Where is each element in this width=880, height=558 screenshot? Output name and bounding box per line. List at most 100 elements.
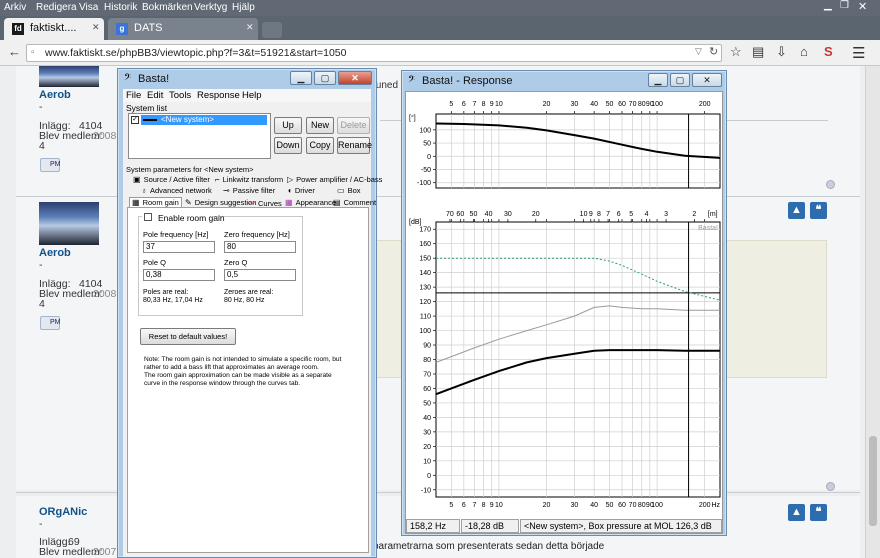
tab-linkwitz[interactable]: ⌐ Linkwitz transform — [215, 175, 283, 184]
top-icon[interactable] — [826, 180, 835, 189]
tab-label: faktiskt.... — [30, 22, 77, 34]
avatar[interactable] — [39, 202, 99, 245]
tab-room-gain[interactable]: ▦ Room gain — [129, 197, 182, 207]
username-link[interactable]: Aerob — [39, 247, 71, 259]
new-tab-button[interactable] — [262, 22, 282, 38]
address-bar[interactable]: ▫ www.faktiskt.se/phpBB3/viewtopic.php?f… — [26, 44, 722, 62]
pm-button[interactable]: PM — [40, 316, 61, 330]
system-checkbox[interactable]: ✓ — [131, 116, 139, 124]
tab-appearance[interactable]: ▦ Appearance — [285, 198, 336, 207]
response-chart[interactable]: 5 6 7 8 9 10 20 30 40 50 60 70 80 90100 200[°]100500-5… — [406, 92, 722, 516]
phase-tick-label-x: 30 — [570, 101, 578, 108]
close-button[interactable]: ✕ — [338, 71, 372, 85]
enable-room-gain[interactable]: Enable room gain — [142, 212, 225, 224]
report-icon[interactable]: ▲ — [788, 202, 805, 219]
rename-button[interactable]: Rename — [337, 137, 372, 154]
menu-redigera[interactable]: Redigera — [36, 2, 77, 13]
avatar[interactable] — [39, 66, 99, 87]
maximize-button[interactable]: ▢ — [670, 73, 690, 87]
pole-frequency-input[interactable]: 37 — [143, 241, 215, 253]
spl-ylabel: [dB] — [409, 219, 422, 226]
menu-verktyg[interactable]: Verktyg — [194, 2, 227, 13]
menu-bokmarken[interactable]: Bokmärken — [142, 2, 193, 13]
pole-q-input[interactable]: 0,38 — [143, 269, 215, 281]
pole-frequency-label: Pole frequency [Hz] — [143, 230, 209, 239]
phase-ylabel: [°] — [409, 114, 416, 122]
tab-driver[interactable]: ◖ Driver — [287, 186, 315, 195]
reset-defaults-button[interactable]: Reset to default values! — [140, 328, 236, 345]
spl-distance-tick-label: 9 — [589, 211, 593, 218]
tab-comment[interactable]: ▤ Comment — [333, 198, 376, 207]
system-list-item[interactable]: <New system> — [141, 115, 267, 125]
url-text: www.faktiskt.se/phpBB3/viewtopic.php?f=3… — [45, 47, 347, 59]
menu-edit[interactable]: Edit — [147, 90, 163, 101]
menu-response[interactable]: Response — [197, 90, 240, 101]
quote-icon[interactable]: ❝ — [810, 202, 827, 219]
close-window-icon[interactable]: ✕ — [858, 0, 867, 13]
top-icon[interactable] — [826, 482, 835, 491]
menu-visa[interactable]: Visa — [79, 2, 98, 13]
spl-distance-unit: [m] — [708, 211, 718, 218]
scrollbar-thumb[interactable] — [869, 436, 877, 526]
user-rank: - — [39, 101, 43, 113]
tab-box[interactable]: ▭ Box — [337, 186, 361, 195]
home-icon[interactable]: ⌂ — [800, 44, 808, 59]
minimize-button[interactable]: ▁ — [648, 73, 668, 87]
new-button[interactable]: New — [306, 117, 334, 134]
menu-hjalp[interactable]: Hjälp — [232, 2, 255, 13]
up-button[interactable]: Up — [274, 117, 302, 134]
quote-icon[interactable]: ❝ — [810, 504, 827, 521]
bookmark-star-icon[interactable]: ☆ — [730, 44, 742, 60]
reading-list-icon[interactable]: ▤ — [752, 44, 764, 60]
report-icon[interactable]: ▲ — [788, 504, 805, 521]
pole-q-label: Pole Q — [143, 258, 166, 267]
down-button[interactable]: Down — [274, 137, 302, 154]
menu-file[interactable]: File — [126, 90, 141, 101]
enable-checkbox[interactable] — [144, 213, 152, 221]
network-icon: ♁ — [141, 186, 147, 195]
menu-arkiv[interactable]: Arkiv — [4, 2, 26, 13]
phase-tick-label-x: 8 — [482, 101, 486, 108]
spl-tick-label-y: 110 — [420, 314, 431, 321]
tab-amplifier[interactable]: ▷ Power amplifier / AC-bass — [287, 175, 382, 184]
minimize-button[interactable]: ▁ — [290, 71, 312, 85]
menu-help[interactable]: Help — [242, 90, 262, 101]
dropdown-icon[interactable]: ▽ — [695, 46, 702, 57]
tab-advanced-network[interactable]: ♁ Advanced network — [141, 186, 212, 195]
tab-passive-filter[interactable]: ⊸ Passive filter — [223, 186, 275, 195]
user-extra: 4 — [39, 298, 45, 310]
zero-frequency-input[interactable]: 80 — [224, 241, 296, 253]
source-icon: ▣ — [133, 175, 141, 184]
page-scrollbar[interactable] — [865, 66, 880, 558]
reload-icon[interactable]: ↻ — [709, 45, 718, 58]
menu-tools[interactable]: Tools — [169, 90, 191, 101]
tab-design-suggestion[interactable]: ✎ Design suggestion — [185, 198, 256, 207]
copy-button[interactable]: Copy — [306, 137, 334, 154]
maximize-button[interactable]: ▢ — [314, 71, 336, 85]
restore-window-icon[interactable]: ❐ — [840, 0, 849, 11]
room-icon: ▦ — [132, 198, 140, 207]
menu-historik[interactable]: Historik — [104, 2, 137, 13]
tab-dats[interactable]: g DATS ✕ — [108, 18, 258, 40]
back-icon[interactable]: ← — [8, 44, 21, 59]
download-icon[interactable]: ⇩ — [776, 44, 787, 60]
tab-strip: fd faktiskt.... ✕ g DATS ✕ — [0, 16, 880, 40]
tab-close-icon[interactable]: ✕ — [246, 22, 254, 33]
room-gain-page: Enable room gain Pole frequency [Hz] 37 … — [127, 207, 369, 553]
tab-faktiskt[interactable]: fd faktiskt.... ✕ — [4, 18, 104, 40]
tab-source[interactable]: ▣ Source / Active filter — [133, 175, 210, 184]
spl-distance-tick-label: 20 — [532, 211, 540, 218]
delete-button[interactable]: Delete — [337, 117, 370, 134]
pm-label: PM — [50, 319, 61, 326]
tab-close-icon[interactable]: ✕ — [92, 22, 100, 33]
menu-hamburger-icon[interactable]: ☰ — [852, 44, 865, 62]
username-link[interactable]: ORgANic — [39, 506, 87, 518]
pm-button[interactable]: PM — [40, 158, 61, 172]
close-button[interactable]: ✕ — [692, 73, 722, 87]
minimize-window-icon[interactable]: ▁ — [824, 0, 832, 11]
zeroes-real-label: Zeroes are real: — [224, 289, 274, 296]
username-link[interactable]: Aerob — [39, 89, 71, 101]
zero-q-input[interactable]: 0,5 — [224, 269, 296, 281]
system-list[interactable]: ✓ <New system> — [128, 113, 271, 159]
s-addon-icon[interactable]: S — [824, 44, 833, 59]
